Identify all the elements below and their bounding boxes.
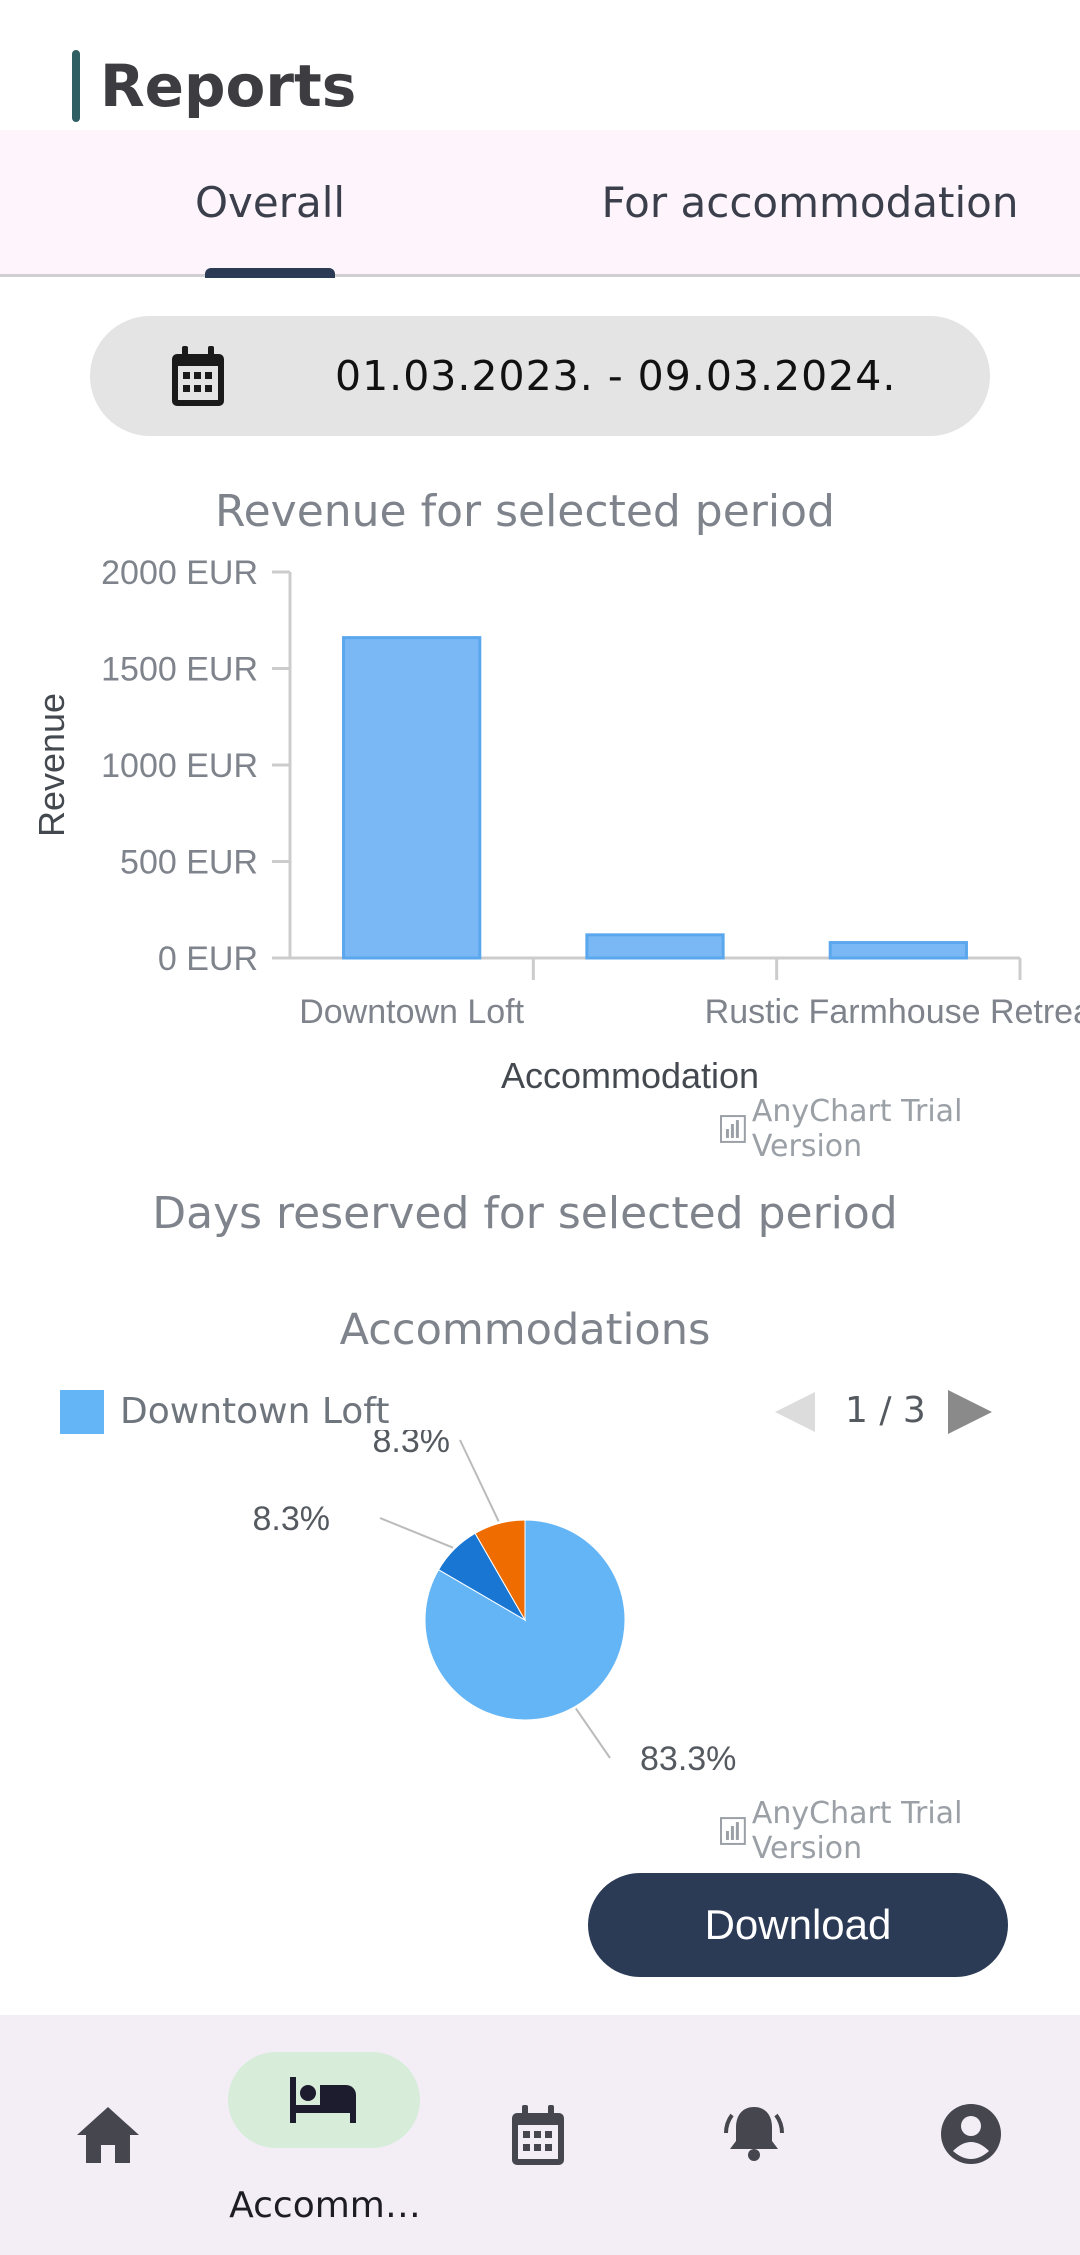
app-header: Reports xyxy=(0,0,1080,130)
calendar-icon xyxy=(512,2105,564,2165)
date-range-value: 01.03.2023. - 09.03.2024. xyxy=(335,352,897,400)
legend-next-icon[interactable] xyxy=(948,1390,992,1434)
legend-swatch-downtown-loft xyxy=(60,1390,104,1434)
bar xyxy=(342,636,482,960)
tab-selected-indicator xyxy=(205,268,335,278)
nav-notifications[interactable] xyxy=(648,2015,864,2255)
y-tick-label: 0 EUR xyxy=(158,940,258,978)
nav-calendar[interactable] xyxy=(432,2015,648,2255)
watermark-text: AnyChart Trial Version xyxy=(751,1796,963,1866)
tab-overall[interactable]: Overall xyxy=(120,130,420,274)
anychart-logo-icon xyxy=(720,1115,746,1143)
pie-slice-label: 8.3% xyxy=(373,1430,451,1460)
legend-label-downtown-loft: Downtown Loft xyxy=(120,1391,390,1432)
x-axis-title: Accommodation xyxy=(501,1055,759,1096)
title-accent-bar xyxy=(72,50,80,122)
watermark-text: AnyChart Trial Version xyxy=(751,1094,963,1164)
pie-label-connector xyxy=(459,1439,500,1522)
revenue-chart-watermark: AnyChart Trial Version xyxy=(720,1094,1080,1164)
pie-chart-subtitle: Accommodations xyxy=(339,1305,711,1355)
revenue-chart-title: Revenue for selected period xyxy=(215,486,835,537)
page-title: Reports xyxy=(100,52,357,120)
pie-label-connector xyxy=(379,1517,454,1549)
pie-label-connector xyxy=(575,1707,611,1759)
revenue-bar-chart: 0 EUR 500 EUR 1000 EUR 1500 EUR 2000 EUR Down… xyxy=(31,554,1080,1096)
report-tabs: Overall For accommodation xyxy=(0,130,1080,277)
legend-prev-icon[interactable] xyxy=(775,1392,815,1432)
anychart-logo-icon xyxy=(720,1817,746,1845)
y-tick-label: 1000 EUR xyxy=(101,747,258,785)
bar xyxy=(585,933,725,960)
tab-for-accommodation[interactable]: For accommodation xyxy=(560,130,1060,274)
calendar-icon xyxy=(172,346,224,406)
y-tick-label: 500 EUR xyxy=(120,844,258,882)
pie-slice-label: 8.3% xyxy=(253,1500,331,1538)
pie-chart-watermark: AnyChart Trial Version xyxy=(720,1796,1080,1866)
bar xyxy=(828,941,968,960)
days-chart-title: Days reserved for selected period xyxy=(152,1188,898,1239)
account-icon xyxy=(941,2104,1001,2164)
home-icon xyxy=(77,2107,139,2163)
days-pie-chart: 83.3% 8.3% 8.3% xyxy=(253,1430,737,1778)
date-range-picker[interactable]: 01.03.2023. - 09.03.2024. xyxy=(90,316,990,436)
download-button[interactable]: Download xyxy=(588,1873,1008,1977)
legend-page-indicator: 1 / 3 xyxy=(845,1390,926,1431)
pie-slice-label: 83.3% xyxy=(640,1740,736,1778)
nav-profile[interactable] xyxy=(864,2015,1080,2255)
y-tick-label: 1500 EUR xyxy=(101,651,258,689)
y-tick-label: 2000 EUR xyxy=(101,554,258,592)
bed-icon xyxy=(290,2077,356,2123)
nav-home[interactable] xyxy=(0,2015,216,2255)
x-tick-label: Rustic Farmhouse Retrea xyxy=(705,993,1080,1031)
nav-accommodations-label: Accomm… xyxy=(229,2185,421,2226)
x-tick-label: Downtown Loft xyxy=(299,993,524,1031)
y-axis-title: Revenue xyxy=(31,693,72,837)
bottom-navigation: Accomm… xyxy=(0,2015,1080,2255)
bell-icon xyxy=(724,2107,784,2161)
